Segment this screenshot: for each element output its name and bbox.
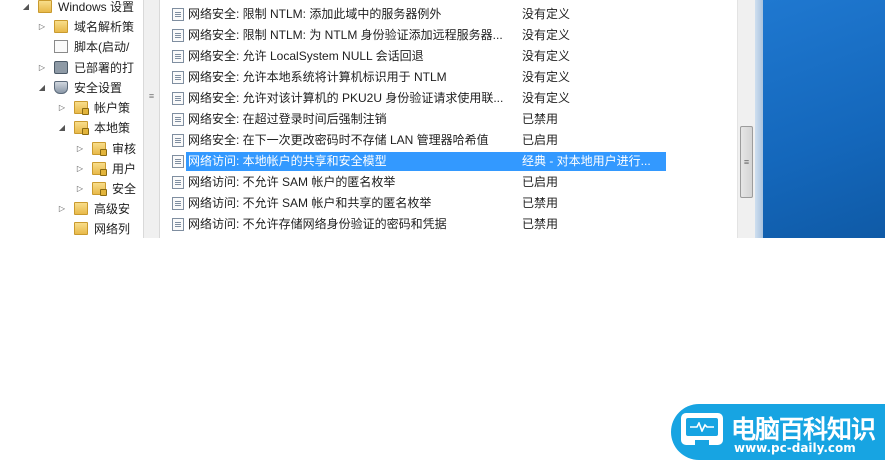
policy-setting: 没有定义 <box>522 91 571 105</box>
tree-item-label: 安全 <box>112 182 137 196</box>
policy-setting: 经典 - 对本地用户进行... <box>522 154 651 168</box>
policy-icon <box>172 92 184 105</box>
tree-item-label: 已部署的打 <box>74 61 135 75</box>
tree-item-label: 审核 <box>112 142 137 156</box>
policy-setting: 已禁用 <box>522 196 559 210</box>
navigation-tree: ◢ Windows 设置 ▷ 域名解析策脚本(启动/ ▷ 已部署的打 ◢ 安全设置 ▷ 帐户策 ◢ 本… <box>0 0 143 238</box>
policy-icon <box>172 197 184 210</box>
tree-item-label: Windows 设置 <box>58 0 135 14</box>
policy-name: 网络安全: 允许 LocalSystem NULL 会话回退 <box>188 49 424 63</box>
policy-row[interactable]: 网络安全: 在超过登录时间后强制注销 已禁用 <box>162 109 737 130</box>
policy-list: 网络安全: 限制 NTLM: 添加此域中的服务器例外 没有定义 网络安全: 限制 N… <box>162 0 737 238</box>
folder-lock-icon <box>74 121 89 135</box>
policy-setting: 没有定义 <box>522 7 571 21</box>
policy-list-scrollbar-thumb[interactable]: ≡ <box>740 126 753 198</box>
policy-name: 网络访问: 不允许 SAM 帐户的匿名枚举 <box>188 175 396 189</box>
policy-name: 网络访问: 不允许 SAM 帐户和共享的匿名枚举 <box>188 196 432 210</box>
monitor-icon <box>681 413 723 446</box>
policy-icon <box>172 50 184 63</box>
tree-item-label: 本地策 <box>94 121 131 135</box>
folder-lock-icon <box>92 162 107 176</box>
folder-icon <box>54 20 68 33</box>
policy-row[interactable]: 网络安全: 在下一次更改密码时不存储 LAN 管理器哈希值 已启用 <box>162 130 737 151</box>
policy-name: 网络访问: 不允许存储网络身份验证的密码和凭据 <box>188 217 447 231</box>
expand-arrow-icon[interactable]: ▷ <box>57 98 67 118</box>
folder-lock-icon <box>74 101 89 115</box>
folder-lock-icon <box>92 182 107 196</box>
tree-item-label: 脚本(启动/ <box>74 40 130 54</box>
policy-list-scrollbar[interactable]: ≡ <box>737 0 755 238</box>
shield-icon <box>54 81 68 94</box>
script-icon <box>54 40 68 53</box>
lock-icon <box>100 149 107 156</box>
policy-setting: 没有定义 <box>522 70 571 84</box>
expand-arrow-icon[interactable]: ▷ <box>75 159 85 179</box>
policy-name: 网络安全: 允许本地系统将计算机标识用于 NTLM <box>188 70 447 84</box>
tree-item-label: 域名解析策 <box>74 20 135 34</box>
expand-arrow-icon[interactable]: ◢ <box>57 118 67 138</box>
policy-row[interactable]: 网络安全: 允许 LocalSystem NULL 会话回退 没有定义 <box>162 46 737 67</box>
tree-scrollbar[interactable]: ≡ <box>143 0 160 238</box>
watermark-logo: 电脑百科知识 www.pc-daily.com <box>671 404 885 460</box>
policy-row[interactable]: 网络访问: 不允许 SAM 帐户和共享的匿名枚举 已禁用 <box>162 193 737 214</box>
policy-row[interactable]: 网络访问: 不允许 SAM 帐户的匿名枚举 已启用 <box>162 172 737 193</box>
expand-arrow-icon[interactable]: ▷ <box>37 58 47 78</box>
policy-name: 网络安全: 限制 NTLM: 为 NTLM 身份验证添加远程服务器... <box>188 28 503 42</box>
policy-row[interactable]: 网络访问: 不允许存储网络身份验证的密码和凭据 已禁用 <box>162 214 737 235</box>
policy-icon <box>172 8 184 21</box>
policy-setting: 已启用 <box>522 175 559 189</box>
tree-item-label: 高级安 <box>94 202 131 216</box>
folder-lock-icon <box>92 142 107 156</box>
policy-row-selected[interactable]: 网络访问: 本地帐户的共享和安全模型 经典 - 对本地用户进行... <box>162 151 737 172</box>
printer-icon <box>54 61 68 74</box>
policy-setting: 没有定义 <box>522 28 571 42</box>
watermark-url: www.pc-daily.com <box>734 441 856 455</box>
desktop-background <box>763 0 885 238</box>
tree-item-label: 用户 <box>112 162 137 176</box>
expand-arrow-icon[interactable]: ▷ <box>37 17 47 37</box>
policy-name: 网络安全: 在下一次更改密码时不存储 LAN 管理器哈希值 <box>188 133 489 147</box>
policy-name: 网络安全: 允许对该计算机的 PKU2U 身份验证请求使用联... <box>188 91 504 105</box>
pulse-icon <box>690 422 714 432</box>
tree-scrollbar-grip[interactable]: ≡ <box>146 88 157 104</box>
policy-icon <box>172 29 184 42</box>
policy-setting: 已启用 <box>522 133 559 147</box>
policy-name: 网络安全: 在超过登录时间后强制注销 <box>188 112 387 126</box>
lock-icon <box>100 189 107 196</box>
policy-icon <box>172 113 184 126</box>
policy-setting: 已禁用 <box>522 217 559 231</box>
expand-arrow-icon[interactable]: ◢ <box>37 78 47 98</box>
policy-name: 网络访问: 本地帐户的共享和安全模型 <box>188 154 387 168</box>
policy-row[interactable]: 网络安全: 允许对该计算机的 PKU2U 身份验证请求使用联... 没有定义 <box>162 88 737 109</box>
expand-arrow-icon[interactable]: ▷ <box>75 139 85 159</box>
policy-row[interactable]: 网络安全: 限制 NTLM: 为 NTLM 身份验证添加远程服务器... 没有定义 <box>162 25 737 46</box>
policy-icon <box>172 71 184 84</box>
expand-arrow-icon[interactable]: ▷ <box>75 179 85 199</box>
group-policy-window: ◢ Windows 设置 ▷ 域名解析策脚本(启动/ ▷ 已部署的打 ◢ 安全设置 ▷ 帐户策 ◢ 本… <box>0 0 885 238</box>
lock-icon <box>100 169 107 176</box>
expand-arrow-icon[interactable]: ◢ <box>21 0 31 17</box>
tree-item-label: 帐户策 <box>94 101 131 115</box>
policy-row[interactable]: 网络安全: 限制 NTLM: 添加此域中的服务器例外 没有定义 <box>162 4 737 25</box>
expand-arrow-icon[interactable]: ▷ <box>57 199 67 219</box>
lock-icon <box>82 108 89 115</box>
folder-icon <box>38 0 52 13</box>
window-border <box>755 0 763 238</box>
policy-name: 网络安全: 限制 NTLM: 添加此域中的服务器例外 <box>188 7 442 21</box>
policy-setting: 没有定义 <box>522 49 571 63</box>
policy-icon <box>172 176 184 189</box>
policy-icon <box>172 155 184 168</box>
tree-item-label: 安全设置 <box>74 81 123 95</box>
policy-row[interactable]: 网络安全: 允许本地系统将计算机标识用于 NTLM 没有定义 <box>162 67 737 88</box>
lock-icon <box>82 128 89 135</box>
tree-item-label: 网络列 <box>94 222 131 236</box>
folder-icon <box>74 222 88 235</box>
policy-setting: 已禁用 <box>522 112 559 126</box>
policy-icon <box>172 218 184 231</box>
policy-icon <box>172 134 184 147</box>
folder-icon <box>74 202 88 215</box>
